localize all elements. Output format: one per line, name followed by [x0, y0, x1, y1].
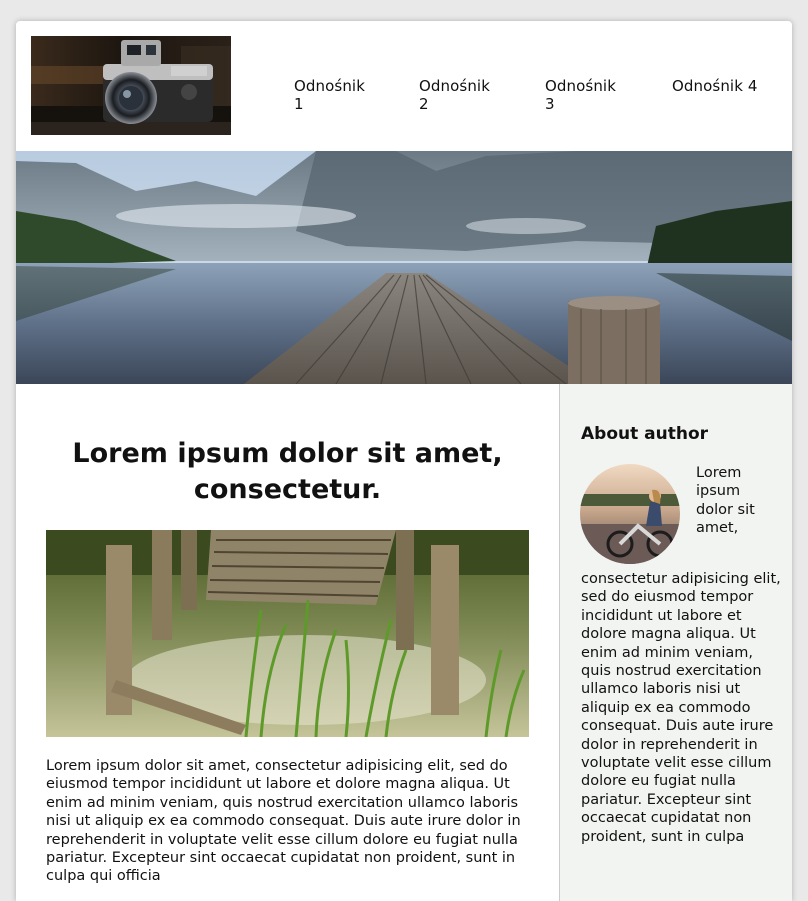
article-body-text: Lorem ipsum dolor sit amet, consectetur …	[46, 758, 521, 885]
nav-link-4[interactable]: Odnośnik 4	[672, 77, 758, 95]
site-header: Odnośnik 1 Odnośnik 2 Odnośnik 3 Odnośni…	[16, 21, 792, 151]
sidebar-text-body: consectetur adipisicing elit, sed do eiu…	[581, 571, 781, 845]
sidebar-text-intro: Lorem ipsum dolor sit amet,	[696, 465, 755, 537]
article-image	[46, 530, 529, 737]
nav-link-1[interactable]: Odnośnik 1	[294, 77, 365, 113]
main-content: Lorem ipsum dolor sit amet, consectetur.	[16, 384, 559, 901]
nav-link-3[interactable]: Odnośnik 3	[545, 77, 616, 113]
nav-link-2[interactable]: Odnośnik 2	[419, 77, 490, 113]
hero-image	[16, 151, 792, 384]
page: Odnośnik 1 Odnośnik 2 Odnośnik 3 Odnośni…	[16, 21, 792, 901]
sidebar: About author Lorem ipsum dolor sit amet,…	[559, 384, 792, 901]
author-avatar	[580, 464, 680, 564]
sidebar-title: About author	[581, 424, 709, 444]
logo-camera-image[interactable]	[31, 36, 231, 135]
article-title: Lorem ipsum dolor sit amet, consectetur.	[72, 438, 503, 505]
